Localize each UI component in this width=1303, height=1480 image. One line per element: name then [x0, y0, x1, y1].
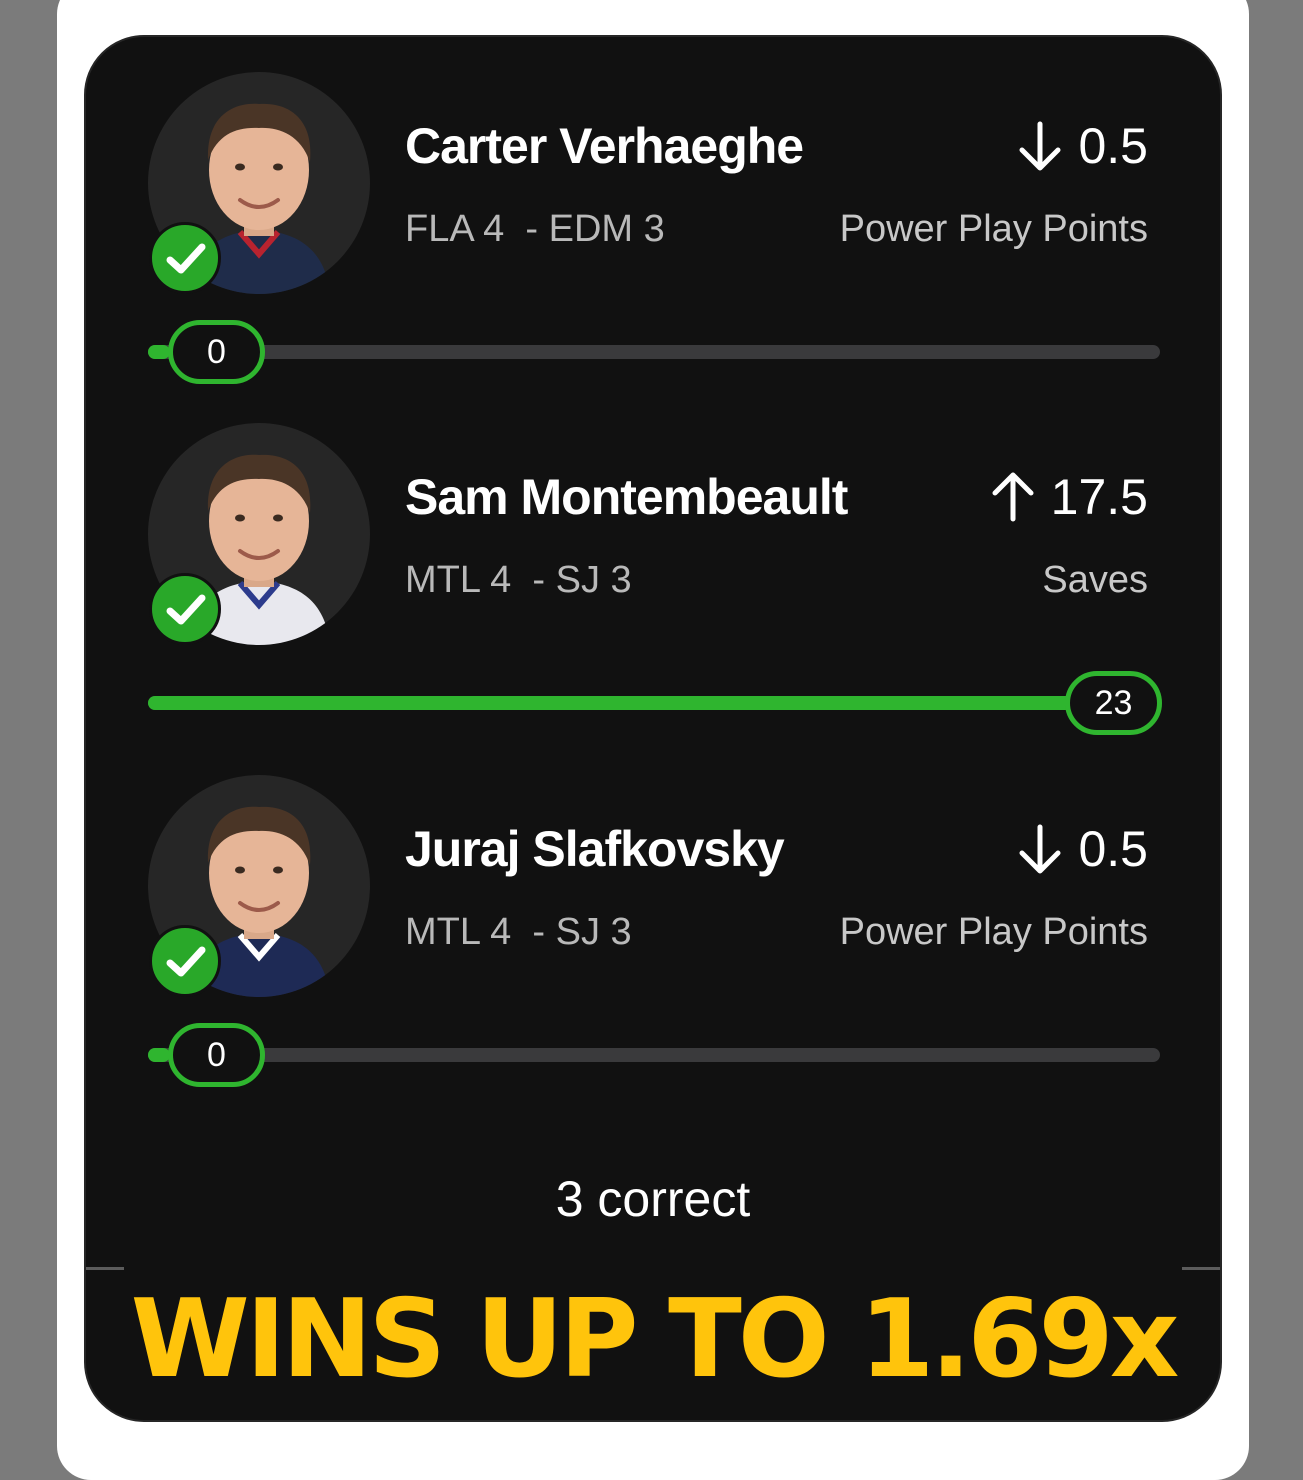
- pick-line: 17.5: [991, 468, 1148, 526]
- player-name: Juraj Slafkovsky: [405, 821, 785, 877]
- progress-track: [148, 1048, 1160, 1062]
- player-name: Sam Montembeault: [405, 469, 848, 525]
- line-value: 0.5: [1078, 118, 1148, 174]
- correct-summary: 3 correct: [555, 1171, 751, 1227]
- stat-type: Power Play Points: [839, 911, 1148, 953]
- check-icon: [149, 925, 221, 997]
- arrow-up-icon: [991, 471, 1035, 523]
- actual-value-badge: 0: [168, 320, 265, 384]
- line-value: 0.5: [1078, 821, 1148, 877]
- game-score: FLA 4 - EDM 3: [405, 208, 665, 250]
- arrow-down-icon: [1018, 823, 1062, 875]
- pick-line: 0.5: [1018, 117, 1148, 175]
- progress-track: [148, 696, 1160, 710]
- game-score: MTL 4 - SJ 3: [405, 559, 632, 601]
- progress-fill: [148, 1048, 170, 1062]
- pick-row[interactable]: Carter Verhaeghe 0.5 FLA 4 - EDM 3 Power…: [86, 37, 1220, 384]
- check-icon: [149, 222, 221, 294]
- player-name: Carter Verhaeghe: [405, 118, 804, 174]
- actual-value-badge: 0: [168, 1023, 265, 1087]
- stat-type: Power Play Points: [839, 208, 1148, 250]
- pick-row[interactable]: Sam Montembeault 17.5 MTL 4 - SJ 3 Saves…: [86, 388, 1220, 735]
- arrow-down-icon: [1018, 120, 1062, 172]
- game-score: MTL 4 - SJ 3: [405, 911, 632, 953]
- progress-fill: [148, 696, 1160, 710]
- progress-track: [148, 345, 1160, 359]
- divider-right: [1182, 1267, 1220, 1270]
- check-icon: [149, 573, 221, 645]
- divider-left: [86, 1267, 124, 1270]
- payout-headline: WINS UP TO 1.69x: [130, 1277, 1180, 1402]
- stat-type: Saves: [1042, 559, 1148, 601]
- pick-row[interactable]: Juraj Slafkovsky 0.5 MTL 4 - SJ 3 Power …: [86, 740, 1220, 1087]
- entry-card[interactable]: Carter Verhaeghe 0.5 FLA 4 - EDM 3 Power…: [84, 35, 1222, 1422]
- line-value: 17.5: [1050, 469, 1148, 525]
- actual-value-badge: 23: [1065, 671, 1162, 735]
- pick-line: 0.5: [1018, 820, 1148, 878]
- progress-fill: [148, 345, 170, 359]
